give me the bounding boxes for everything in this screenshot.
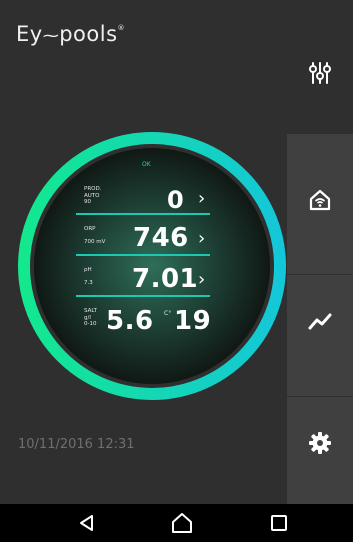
ph-chevron-icon: › <box>198 269 206 290</box>
recents-button[interactable] <box>266 510 292 536</box>
orp-chevron-icon: › <box>198 228 206 249</box>
salt-label: SALT g/l 0-10 <box>84 308 98 327</box>
logo-dash: ⁓ <box>42 26 60 45</box>
logo-text-pools: pools <box>59 22 118 46</box>
sidebar-item-connection[interactable] <box>287 154 353 246</box>
orp-label: ORP 700 mV <box>84 226 106 245</box>
sidebar-item-settings[interactable] <box>287 396 353 489</box>
logo-text-ey: Ey <box>16 22 43 46</box>
home-button[interactable] <box>169 510 195 536</box>
sliders-button[interactable] <box>305 58 335 88</box>
recents-icon <box>271 515 287 531</box>
status-dial: OK PROD. AUTO 90 0 › ORP 700 mV 746 › pH 7.3… <box>16 130 288 402</box>
salt-value: 5.6 <box>106 306 154 336</box>
temp-unit: C° <box>164 310 172 317</box>
back-button[interactable] <box>74 510 100 536</box>
trend-chart-icon <box>308 313 332 330</box>
prod-value: 0 <box>167 186 185 214</box>
prod-label: PROD. AUTO 90 <box>84 186 102 205</box>
app-logo: Ey⁓pools® <box>16 22 125 46</box>
ph-label: pH 7.3 <box>84 267 93 286</box>
home-icon <box>172 513 192 533</box>
timestamp: 10/11/2016 12:31 <box>18 437 135 452</box>
sidebar-item-charts[interactable] <box>287 274 353 367</box>
status-ok-label: OK <box>142 161 151 168</box>
sliders-icon <box>309 62 331 84</box>
temp-value: 19 <box>174 306 212 336</box>
android-navbar <box>0 504 353 542</box>
divider <box>76 213 210 215</box>
home-wifi-icon <box>309 189 331 211</box>
gear-icon <box>309 432 331 454</box>
ph-value: 7.01 <box>132 264 199 294</box>
back-icon <box>80 515 93 531</box>
divider <box>76 254 210 256</box>
logo-registered: ® <box>117 24 126 32</box>
sidebar <box>287 134 353 504</box>
orp-value: 746 <box>133 223 189 253</box>
divider <box>76 295 210 297</box>
prod-chevron-icon: › <box>198 188 206 209</box>
